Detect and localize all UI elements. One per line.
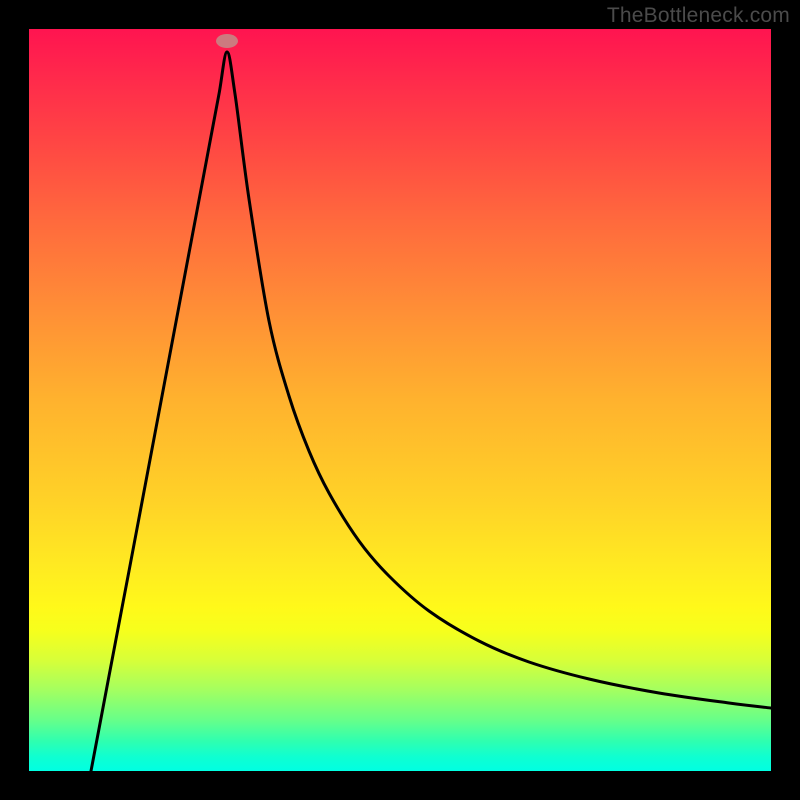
bottleneck-curve (29, 29, 771, 771)
minimum-point-marker (216, 34, 238, 48)
watermark-text: TheBottleneck.com (607, 4, 790, 28)
chart-plot-area (29, 29, 771, 771)
